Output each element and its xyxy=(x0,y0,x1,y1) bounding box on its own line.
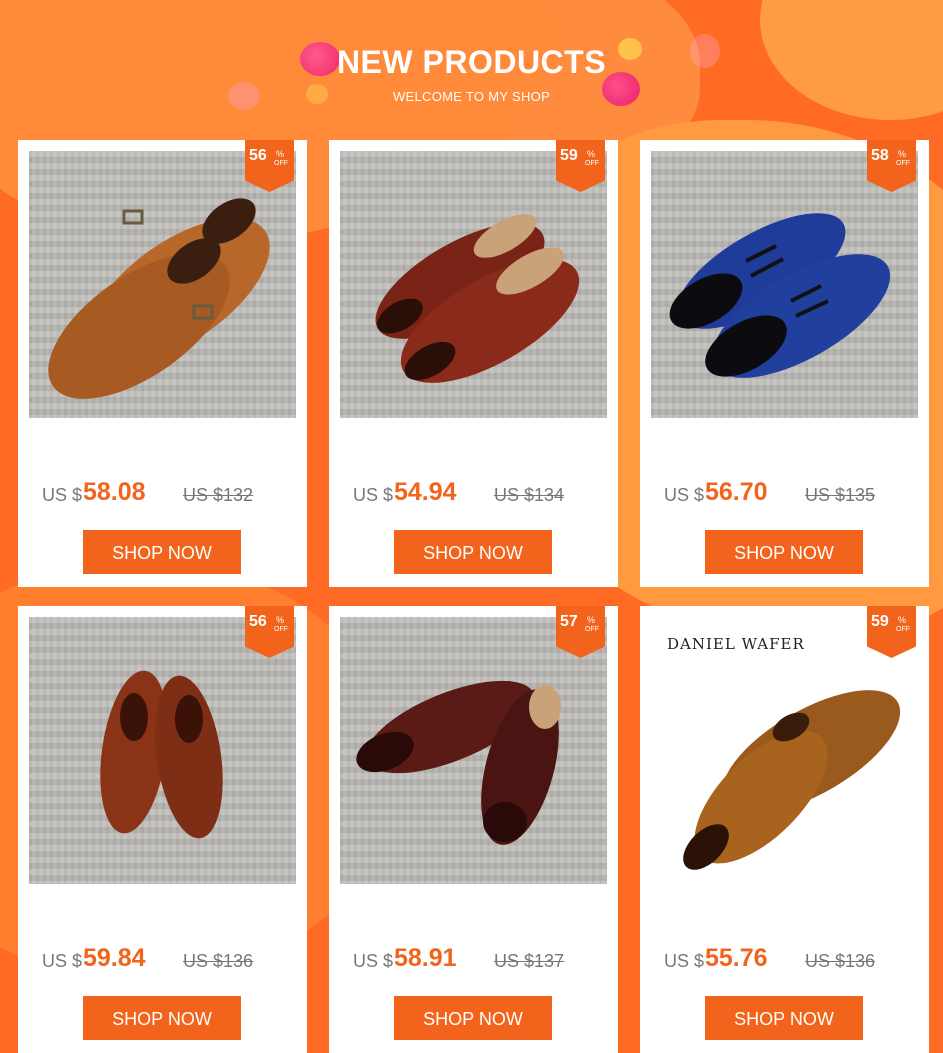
product-image[interactable] xyxy=(29,151,296,418)
sale-price: 58.08 xyxy=(83,478,146,506)
price-row: US $ 58.08 US $132 xyxy=(42,476,302,506)
product-image[interactable] xyxy=(651,151,918,418)
product-card[interactable]: 56% OFF US $ 59.84 US $136 SHOP NOW xyxy=(18,606,307,1053)
sale-price: 56.70 xyxy=(705,478,768,506)
currency-label: US $ xyxy=(353,485,394,505)
product-image[interactable] xyxy=(29,617,296,884)
header: NEW PRODUCTS WELCOME TO MY SHOP xyxy=(0,0,943,130)
shoe-image xyxy=(683,690,901,870)
shoe-image xyxy=(669,213,891,378)
price-row: US $ 55.76 US $136 xyxy=(664,942,924,972)
product-card[interactable]: DANIEL WAFER 59% OFF US $ 55.76 US $136 S… xyxy=(640,606,929,1053)
product-card[interactable]: 56% OFF US $ 58.08 US $132 SHOP NOW xyxy=(18,140,307,587)
product-image[interactable] xyxy=(340,151,607,418)
sale-price: 55.76 xyxy=(705,944,768,972)
sale-price: 59.84 xyxy=(83,944,146,972)
sale-price: 54.94 xyxy=(394,478,457,506)
shop-now-button[interactable]: SHOP NOW xyxy=(394,530,552,574)
shoe-image xyxy=(100,670,223,839)
currency-label: US $ xyxy=(353,951,394,971)
shop-now-button[interactable]: SHOP NOW xyxy=(83,996,241,1040)
shoe-image xyxy=(356,680,561,845)
currency-label: US $ xyxy=(42,485,83,505)
original-price: US $137 xyxy=(494,951,565,971)
shop-now-button[interactable]: SHOP NOW xyxy=(394,996,552,1040)
shop-now-button[interactable]: SHOP NOW xyxy=(705,530,863,574)
product-card[interactable]: 57% OFF US $ 58.91 US $137 SHOP NOW xyxy=(329,606,618,1053)
price-row: US $ 56.70 US $135 xyxy=(664,476,924,506)
shoe-image xyxy=(48,198,270,399)
original-price: US $135 xyxy=(805,485,876,505)
currency-label: US $ xyxy=(664,485,705,505)
currency-label: US $ xyxy=(42,951,83,971)
price-row: US $ 58.91 US $137 xyxy=(353,942,613,972)
page-subtitle: WELCOME TO MY SHOP xyxy=(392,89,551,104)
sale-price: 58.91 xyxy=(394,944,457,972)
product-card[interactable]: 59% OFF US $ 54.94 US $134 SHOP NOW xyxy=(329,140,618,587)
original-price: US $136 xyxy=(805,951,876,971)
price-row: US $ 59.84 US $136 xyxy=(42,942,302,972)
shop-now-button[interactable]: SHOP NOW xyxy=(83,530,241,574)
price-row: US $ 54.94 US $134 xyxy=(353,476,613,506)
original-price: US $136 xyxy=(183,951,254,971)
shop-now-button[interactable]: SHOP NOW xyxy=(705,996,863,1040)
page-title: NEW PRODUCTS xyxy=(336,44,607,80)
product-image[interactable]: DANIEL WAFER xyxy=(651,617,918,884)
shoe-image xyxy=(375,214,580,383)
product-card[interactable]: 58% OFF US $ 56.70 US $135 SHOP NOW xyxy=(640,140,929,587)
original-price: US $134 xyxy=(494,485,565,505)
product-image[interactable] xyxy=(340,617,607,884)
currency-label: US $ xyxy=(664,951,705,971)
original-price: US $132 xyxy=(183,485,254,505)
